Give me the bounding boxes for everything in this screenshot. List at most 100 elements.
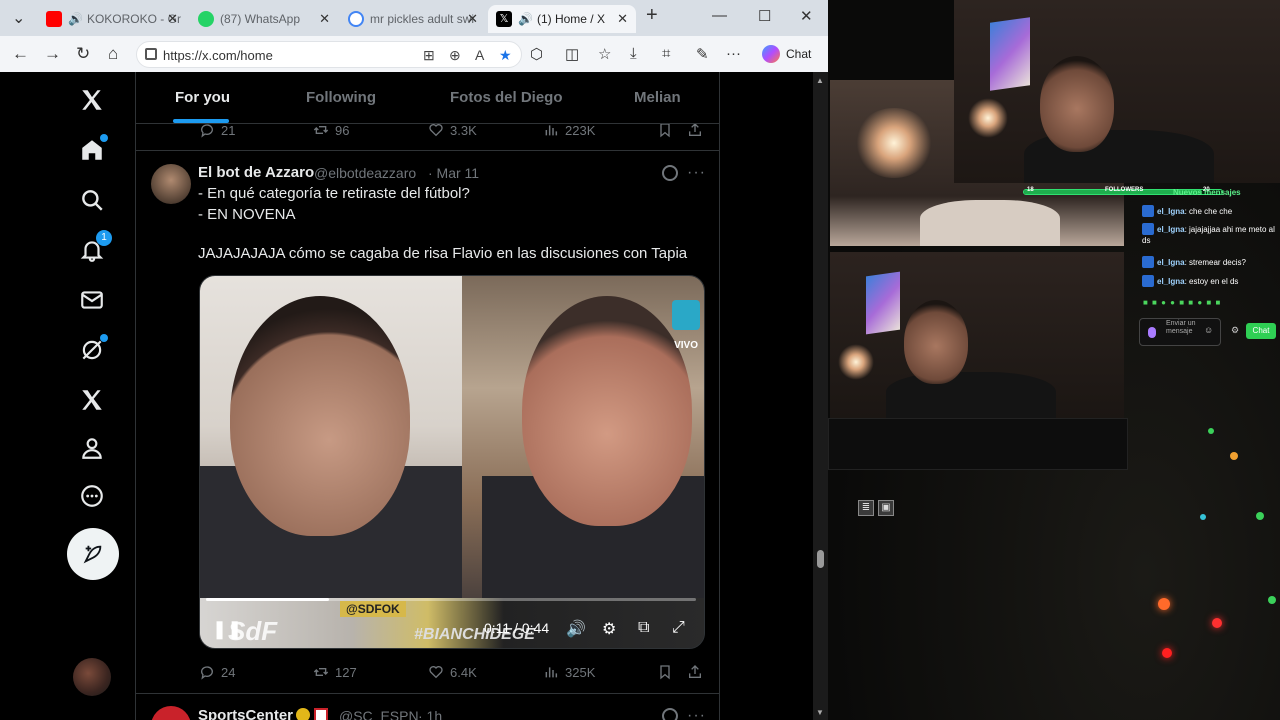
close-tab-icon[interactable]: ✕: [467, 11, 478, 27]
repost-button[interactable]: 127: [313, 664, 357, 680]
refresh-icon[interactable]: ↻: [76, 44, 90, 64]
tweet-time[interactable]: · Mar 11: [428, 165, 479, 181]
zoom-icon[interactable]: ⊕: [449, 47, 461, 64]
like-button[interactable]: 3.3K: [428, 122, 477, 138]
tab-kokoroko[interactable]: 🔊 KOKOROKO - Gr ✕: [38, 5, 186, 33]
scroll-down-icon[interactable]: ▼: [816, 708, 824, 717]
grok-icon[interactable]: [70, 328, 114, 372]
home-icon[interactable]: ⌂: [108, 44, 118, 64]
share-icon[interactable]: [687, 122, 709, 138]
repost-button[interactable]: 96: [313, 122, 349, 138]
microphone-icon[interactable]: [1148, 327, 1156, 338]
more-circle-icon[interactable]: [70, 474, 114, 518]
views-chart-icon: [545, 667, 558, 678]
reply-icon: [201, 124, 213, 138]
extensions-icon[interactable]: ⬡: [530, 45, 543, 63]
notifications-bell-icon[interactable]: 1: [70, 228, 114, 272]
read-aloud-icon[interactable]: A: [475, 47, 484, 63]
apps-icon[interactable]: ⊞: [423, 47, 435, 64]
next-tweet-handle[interactable]: @SC_ESPN: [339, 708, 419, 720]
more-options-icon[interactable]: ···: [687, 164, 706, 182]
chat-text: stremear decis?: [1189, 258, 1246, 267]
tab-google[interactable]: mr pickles adult swi ✕: [340, 5, 486, 33]
split-screen-icon[interactable]: ◫: [565, 45, 579, 63]
address-bar[interactable]: https://x.com/home ⊞ ⊕ A ★: [136, 41, 522, 68]
video-progress-bar[interactable]: [206, 598, 696, 601]
screenshot-icon[interactable]: ⌗: [662, 45, 670, 62]
home-nav-icon[interactable]: [70, 128, 114, 172]
chat-username: el_Igna: [1157, 207, 1185, 216]
minimize-icon[interactable]: —: [712, 7, 727, 24]
tweet-author-name[interactable]: El bot de Azzaro: [198, 164, 314, 181]
copilot-chat-button[interactable]: Chat: [762, 45, 811, 63]
sportscenter-avatar[interactable]: [151, 706, 191, 720]
bookmark-icon[interactable]: [657, 122, 679, 138]
views-button[interactable]: 223K: [543, 122, 595, 138]
volume-icon[interactable]: 🔊: [566, 619, 586, 639]
close-tab-icon[interactable]: ✕: [319, 11, 330, 27]
timeline: For you Following Fotos del Diego Melian…: [136, 72, 720, 720]
lamp-light: [838, 344, 874, 380]
collections-icon[interactable]: ☆: [598, 45, 611, 63]
x-logo-icon[interactable]: [70, 78, 114, 122]
search-icon[interactable]: [70, 178, 114, 222]
next-tweet-time[interactable]: · 1h: [418, 708, 442, 720]
close-tab-icon[interactable]: ✕: [617, 11, 628, 27]
layout-grid-icon[interactable]: ▣: [878, 500, 894, 516]
picture-in-picture-icon[interactable]: ⧉: [638, 619, 649, 637]
chat-settings-icon[interactable]: ⚙: [1231, 325, 1239, 336]
emoji-icon[interactable]: ☺: [1204, 325, 1213, 335]
account-avatar[interactable]: [73, 658, 111, 696]
more-options-icon[interactable]: ···: [726, 45, 741, 62]
maximize-icon[interactable]: ☐: [758, 7, 771, 25]
profile-icon[interactable]: [70, 426, 114, 470]
notification-badge: 1: [96, 230, 112, 246]
favorite-star-icon[interactable]: ★: [499, 47, 512, 64]
messages-envelope-icon[interactable]: [70, 278, 114, 322]
share-icon[interactable]: [687, 664, 709, 680]
reply-count: 21: [221, 122, 236, 138]
more-options-icon[interactable]: ···: [687, 707, 706, 720]
floor-light: [1158, 598, 1170, 610]
tab-strip: ⌄ 🔊 KOKOROKO - Gr ✕ (87) WhatsApp ✕ mr p…: [0, 0, 828, 36]
tweet-video[interactable]: VIVO SdF @SDFOK #BIANCHIDEGE ❚❚ 0:11 / 0…: [199, 275, 705, 649]
pencil-extension-icon[interactable]: ✎: [696, 45, 709, 63]
bookmark-icon[interactable]: [657, 664, 679, 680]
close-tab-icon[interactable]: ✕: [167, 11, 178, 27]
tab-following[interactable]: Following: [306, 89, 376, 106]
forward-icon[interactable]: →: [44, 44, 61, 64]
tab-actions-icon[interactable]: ⌄: [12, 8, 25, 28]
tweet-author-handle[interactable]: @elbotdeazzaro: [314, 165, 416, 181]
scroll-up-icon[interactable]: ▲: [816, 76, 824, 85]
tweet-author-avatar[interactable]: [151, 164, 191, 204]
next-tweet-author-name[interactable]: SportsCenter: [198, 707, 329, 720]
download-icon[interactable]: ⤓: [630, 45, 637, 62]
premium-x-icon[interactable]: [70, 378, 114, 422]
tab-fotos-del-diego[interactable]: Fotos del Diego: [450, 89, 563, 106]
close-window-icon[interactable]: ✕: [800, 7, 813, 25]
grok-explain-icon[interactable]: [662, 165, 678, 181]
tab-whatsapp[interactable]: (87) WhatsApp ✕: [190, 5, 338, 33]
views-button[interactable]: 325K: [543, 664, 595, 680]
tab-x-home[interactable]: 𝕏 🔊 (1) Home / X ✕: [488, 5, 636, 33]
scrollbar-thumb[interactable]: [817, 550, 824, 568]
like-button[interactable]: 6.4K: [428, 664, 477, 680]
reply-button[interactable]: 21: [199, 122, 235, 138]
reply-icon: [201, 666, 213, 680]
repost-count: 96: [335, 122, 350, 138]
fullscreen-icon[interactable]: ⤢: [672, 619, 685, 637]
tab-melian[interactable]: Melian: [634, 89, 681, 106]
reply-button[interactable]: 24: [199, 664, 235, 680]
x-sidebar: 1: [0, 72, 136, 720]
chat-send-button[interactable]: Chat: [1246, 323, 1276, 339]
settings-gear-icon[interactable]: ⚙: [602, 619, 616, 639]
compose-post-button[interactable]: [67, 528, 119, 580]
pause-icon[interactable]: ❚❚: [212, 619, 242, 640]
page-scrollbar[interactable]: ▲ ▼: [813, 72, 828, 720]
tab-for-you[interactable]: For you: [175, 89, 230, 106]
layout-list-icon[interactable]: ≣: [858, 500, 874, 516]
new-tab-button[interactable]: +: [646, 4, 658, 27]
chat-message: el_Igna: stremear decis?: [1142, 256, 1276, 268]
grok-explain-icon[interactable]: [662, 708, 678, 720]
back-icon[interactable]: ←: [12, 44, 29, 64]
